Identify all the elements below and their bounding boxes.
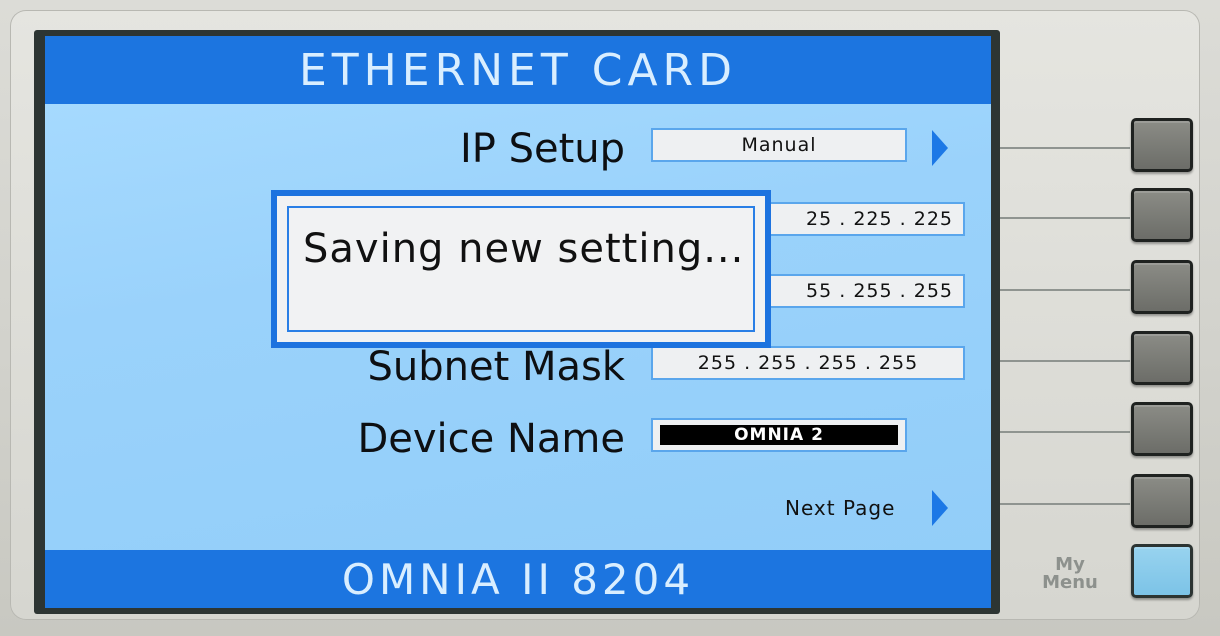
softkey-button-5[interactable] [1131, 402, 1193, 456]
ip-setup-label: IP Setup [459, 126, 625, 172]
softkey-button-3[interactable] [1131, 260, 1193, 314]
softkey-line-4 [1000, 360, 1130, 362]
next-page-arrow-icon[interactable] [932, 490, 948, 526]
device-name-value: OMNIA 2 [660, 425, 898, 445]
my-menu-button[interactable] [1131, 544, 1193, 598]
next-page-label[interactable]: Next Page [785, 496, 895, 520]
softkey-line-6 [1000, 503, 1130, 505]
ip-setup-field[interactable]: Manual [651, 128, 907, 162]
softkey-button-6[interactable] [1131, 474, 1193, 528]
page-title: ETHERNET CARD [45, 36, 991, 104]
gateway-field[interactable]: 55 . 255 . 255 [745, 274, 965, 308]
saving-dialog: Saving new setting... [271, 190, 771, 348]
my-menu-label-text: My Menu [1042, 554, 1098, 593]
softkey-line-3 [1000, 289, 1130, 291]
device-name-label: Device Name [357, 416, 625, 462]
softkey-button-4[interactable] [1131, 331, 1193, 385]
dialog-body: Saving new setting... [277, 196, 765, 342]
softkey-line-5 [1000, 431, 1130, 433]
lcd-screen: ETHERNET CARD IP Setup Manual 25 . 225 .… [45, 36, 991, 608]
my-menu-label: My Menu [1040, 556, 1100, 592]
ip-address-field[interactable]: 25 . 225 . 225 [745, 202, 965, 236]
softkey-button-2[interactable] [1131, 188, 1193, 242]
softkey-button-1[interactable] [1131, 118, 1193, 172]
softkey-line-1 [1000, 147, 1130, 149]
subnet-mask-field[interactable]: 255 . 255 . 255 . 255 [651, 346, 965, 380]
device-name-field[interactable]: OMNIA 2 [651, 418, 907, 452]
dialog-message: Saving new setting... [287, 206, 755, 332]
ip-setup-arrow-icon[interactable] [932, 130, 948, 166]
softkey-line-2 [1000, 217, 1130, 219]
subnet-mask-label: Subnet Mask [367, 344, 625, 390]
device-model-footer: OMNIA II 8204 [45, 550, 991, 608]
